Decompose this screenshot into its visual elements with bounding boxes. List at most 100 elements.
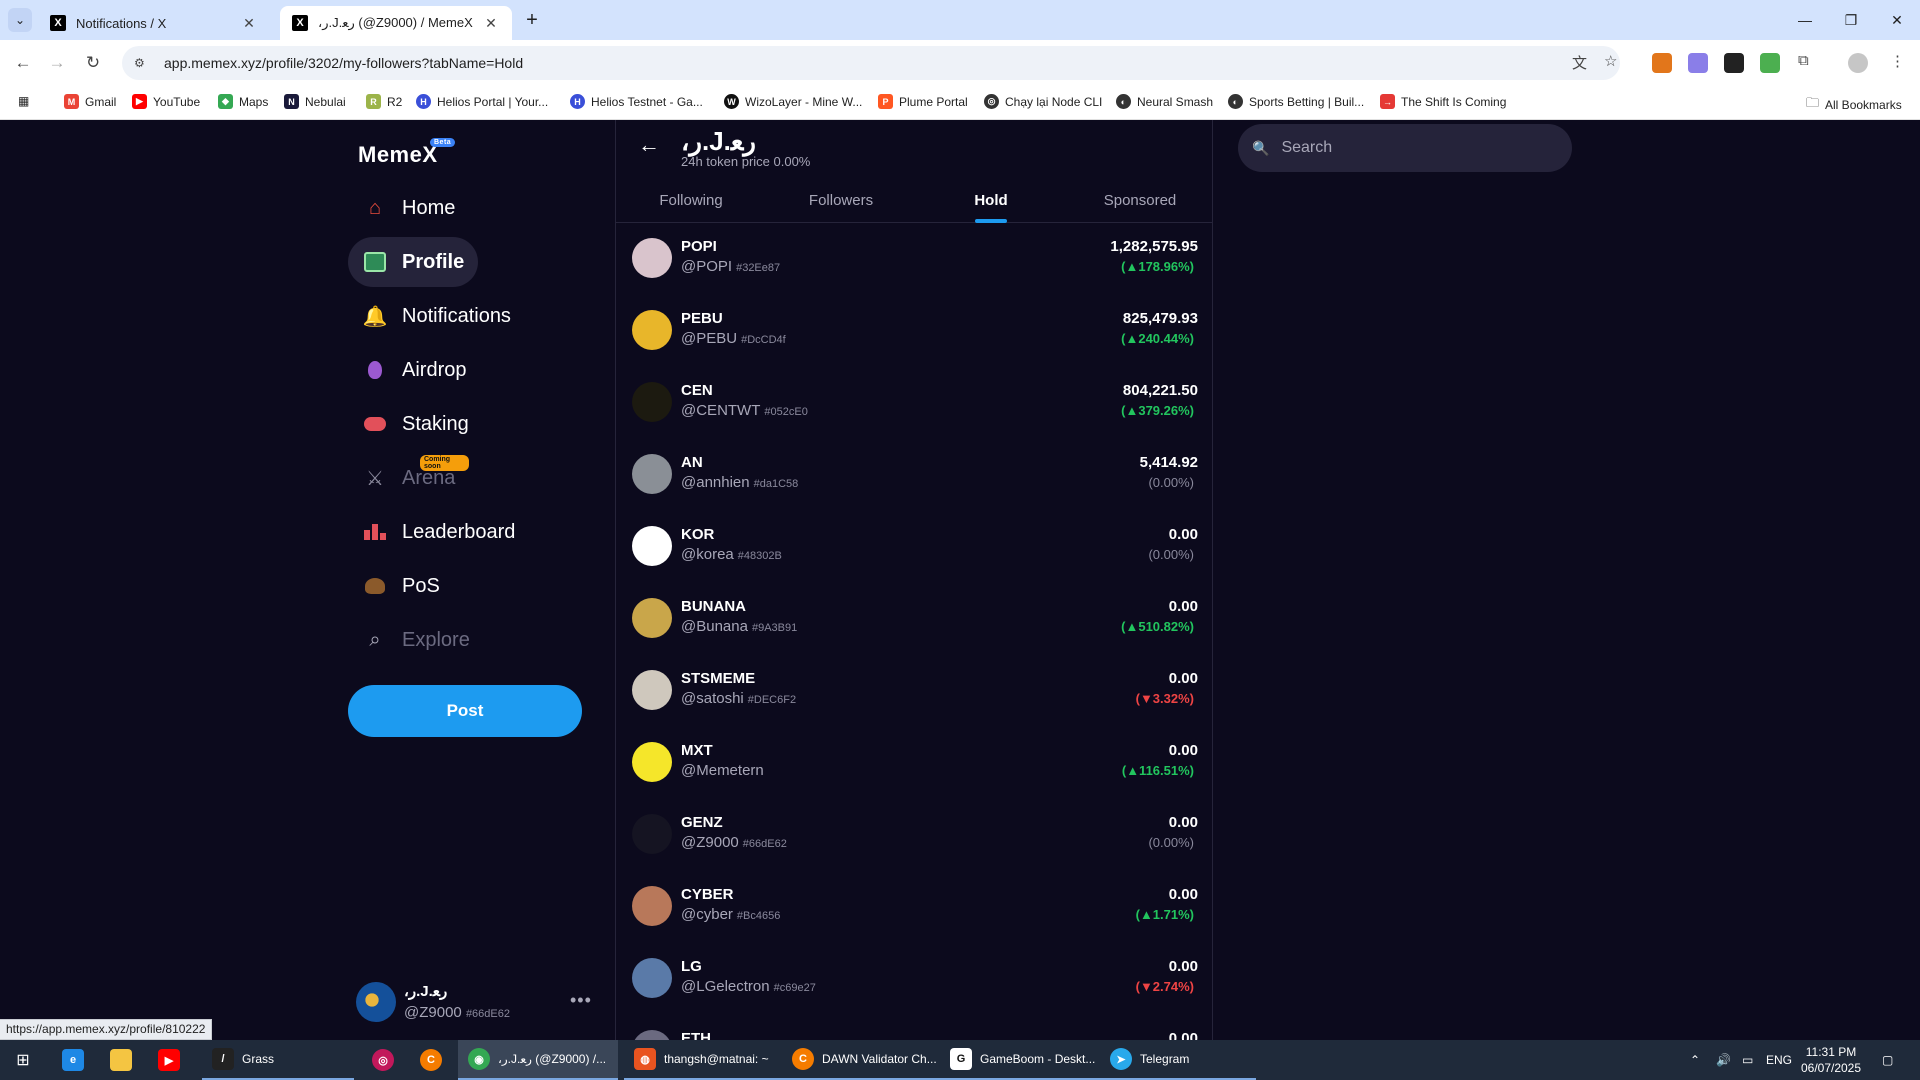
taskbar-dawn[interactable]: C DAWN Validator Ch...	[782, 1040, 942, 1080]
holding-row[interactable]: CEN @CENTWT #052cE0 804,221.50 (▲379.26%)	[616, 368, 1212, 440]
taskbar-terminal[interactable]: ◍ thangsh@matnai: ~	[624, 1040, 784, 1080]
start-button[interactable]: ⊞	[0, 1040, 46, 1080]
language-indicator[interactable]: ENG	[1766, 1040, 1792, 1080]
more-options-icon[interactable]: •••	[570, 990, 592, 1011]
bookmark-wizolayer[interactable]: W WizoLayer - Mine W...	[724, 94, 862, 109]
restore-button[interactable]: ❐	[1828, 0, 1874, 40]
extension-icon[interactable]	[1760, 53, 1780, 73]
holding-row[interactable]: LG @LGelectron #c69e27 0.00 (▼2.74%)	[616, 944, 1212, 1016]
holding-row[interactable]: PEBU @PEBU #DcCD4f 825,479.93 (▲240.44%)	[616, 296, 1212, 368]
token-avatar[interactable]	[632, 310, 672, 350]
nav-leaderboard[interactable]: Leaderboard	[348, 507, 529, 557]
tab-hold[interactable]: Hold	[916, 178, 1066, 223]
token-avatar[interactable]	[632, 454, 672, 494]
bookmark-plume[interactable]: P Plume Portal	[878, 94, 968, 109]
taskbar-explorer[interactable]	[100, 1040, 140, 1080]
browser-menu-icon[interactable]: ⋮	[1890, 52, 1905, 70]
network-icon[interactable]: ▭	[1742, 1040, 1753, 1080]
memex-logo[interactable]: MemeX Beta	[358, 138, 456, 168]
tab-sponsored[interactable]: Sponsored	[1066, 178, 1212, 223]
holding-row[interactable]: KOR @korea #48302B 0.00 (0.00%)	[616, 512, 1212, 584]
browser-tab-notifications[interactable]: X Notifications / X ✕	[38, 6, 270, 40]
bookmark-neural-smash[interactable]: ◐ Neural Smash	[1116, 94, 1213, 109]
bookmark-shift[interactable]: → The Shift Is Coming	[1380, 94, 1506, 109]
search-box[interactable]: 🔍	[1238, 124, 1572, 172]
extensions-puzzle-icon[interactable]: ⧉	[1798, 52, 1809, 69]
token-avatar[interactable]	[632, 814, 672, 854]
bookmark-star-icon[interactable]: ☆	[1604, 52, 1617, 70]
reload-button[interactable]: ↻	[80, 50, 106, 76]
token-avatar[interactable]	[632, 958, 672, 998]
taskbar-chrome[interactable]: ◉ ،ﺭ.J.ﺭﻌ (@Z9000) /...	[458, 1040, 618, 1080]
apps-grid-icon[interactable]: ▦	[18, 94, 29, 108]
close-window-button[interactable]: ✕	[1874, 0, 1920, 40]
notification-center-icon[interactable]: ▢	[1882, 1040, 1893, 1080]
token-avatar[interactable]	[632, 382, 672, 422]
volume-icon[interactable]: 🔊	[1716, 1040, 1731, 1080]
nav-airdrop[interactable]: Airdrop	[348, 345, 480, 395]
bookmark-helios-portal[interactable]: H Helios Portal | Your...	[416, 94, 548, 109]
bookmark-r2[interactable]: R R2	[366, 94, 402, 109]
current-account[interactable]: ،ﺭ.J.ﺭﻌ @Z9000 #66dE62 •••	[356, 982, 596, 1032]
forward-button[interactable]: →	[44, 50, 70, 76]
site-info-icon[interactable]: ⚙	[134, 56, 152, 70]
tab-search-button[interactable]: ⌄	[8, 8, 32, 32]
metamask-extension-icon[interactable]	[1652, 53, 1672, 73]
browser-tab-memex[interactable]: X ،ﺭ.J.ﺭﻌ (@Z9000) / MemeX ✕	[280, 6, 512, 40]
tab-following[interactable]: Following	[616, 178, 766, 223]
token-avatar[interactable]	[632, 598, 672, 638]
nav-profile[interactable]: Profile	[348, 237, 479, 287]
all-bookmarks[interactable]: 🗀 All Bookmarks	[1806, 94, 1902, 116]
bookmark-youtube[interactable]: ▶ YouTube	[132, 94, 200, 109]
bookmark-gmail[interactable]: M Gmail	[64, 94, 116, 109]
token-avatar[interactable]	[632, 238, 672, 278]
taskbar-edge[interactable]: e	[52, 1040, 92, 1080]
bookmark-nebulai[interactable]: N Nebulai	[284, 94, 346, 109]
tab-close-icon[interactable]: ✕	[482, 15, 500, 32]
taskbar-app[interactable]: ◎	[362, 1040, 402, 1080]
nav-home[interactable]: ⌂ Home	[348, 183, 469, 233]
taskbar-gameboom[interactable]: G GameBoom - Deskt...	[940, 1040, 1100, 1080]
tray-chevron-icon[interactable]: ⌃	[1690, 1040, 1700, 1080]
tab-close-icon[interactable]: ✕	[240, 15, 258, 32]
address-bar[interactable]: ⚙ app.memex.xyz/profile/3202/my-follower…	[122, 46, 1620, 80]
holding-row[interactable]: BUNANA @Bunana #9A3B91 0.00 (▲510.82%)	[616, 584, 1212, 656]
taskbar-telegram[interactable]: ➤ Telegram	[1100, 1040, 1256, 1080]
taskbar-grass[interactable]: / Grass	[202, 1040, 354, 1080]
clock[interactable]: 11:31 PM 06/07/2025	[1796, 1044, 1866, 1076]
holding-row[interactable]: POPI @POPI #32Ee87 1,282,575.95 (▲178.96%)	[616, 224, 1212, 296]
back-arrow-icon[interactable]: ←	[638, 132, 660, 158]
nav-notifications[interactable]: 🔔 Notifications	[348, 291, 525, 341]
taskbar-app[interactable]: C	[410, 1040, 450, 1080]
minimize-button[interactable]: —	[1782, 0, 1828, 40]
back-button[interactable]: ←	[10, 50, 36, 76]
token-avatar[interactable]	[632, 1030, 672, 1040]
bookmark-sports-betting[interactable]: ◐ Sports Betting | Buil...	[1228, 94, 1364, 109]
holding-row[interactable]: STSMEME @satoshi #DEC6F2 0.00 (▼3.32%)	[616, 656, 1212, 728]
extension-icon[interactable]	[1688, 53, 1708, 73]
bookmark-node-cli[interactable]: ◎ Chạy lại Node CLI	[984, 94, 1102, 109]
holding-row[interactable]: AN @annhien #da1C58 5,414.92 (0.00%)	[616, 440, 1212, 512]
search-input[interactable]	[1281, 139, 1542, 157]
token-avatar[interactable]	[632, 742, 672, 782]
nav-staking[interactable]: Staking	[348, 399, 483, 449]
token-avatar[interactable]	[632, 886, 672, 926]
nav-explore[interactable]: ⌕ Explore	[348, 615, 484, 665]
holding-row[interactable]: ETH 0.00	[616, 1016, 1212, 1040]
taskbar-youtube[interactable]: ▶	[148, 1040, 188, 1080]
nav-pos[interactable]: PoS	[348, 561, 454, 611]
nav-arena[interactable]: ⚔ Arena Coming soon	[348, 453, 470, 503]
translate-icon[interactable]: 文	[1572, 52, 1587, 73]
tab-followers[interactable]: Followers	[766, 178, 916, 223]
extension-icon[interactable]	[1724, 53, 1744, 73]
profile-avatar-icon[interactable]	[1848, 53, 1868, 73]
holding-row[interactable]: CYBER @cyber #Bc4656 0.00 (▲1.71%)	[616, 872, 1212, 944]
bookmark-helios-testnet[interactable]: H Helios Testnet - Ga...	[570, 94, 703, 109]
post-button[interactable]: Post	[348, 685, 582, 737]
holding-row[interactable]: MXT @Memetern 0.00 (▲116.51%)	[616, 728, 1212, 800]
bookmark-maps[interactable]: ◆ Maps	[218, 94, 268, 109]
holding-row[interactable]: GENZ @Z9000 #66dE62 0.00 (0.00%)	[616, 800, 1212, 872]
new-tab-button[interactable]: +	[520, 8, 544, 32]
token-avatar[interactable]	[632, 526, 672, 566]
token-avatar[interactable]	[632, 670, 672, 710]
